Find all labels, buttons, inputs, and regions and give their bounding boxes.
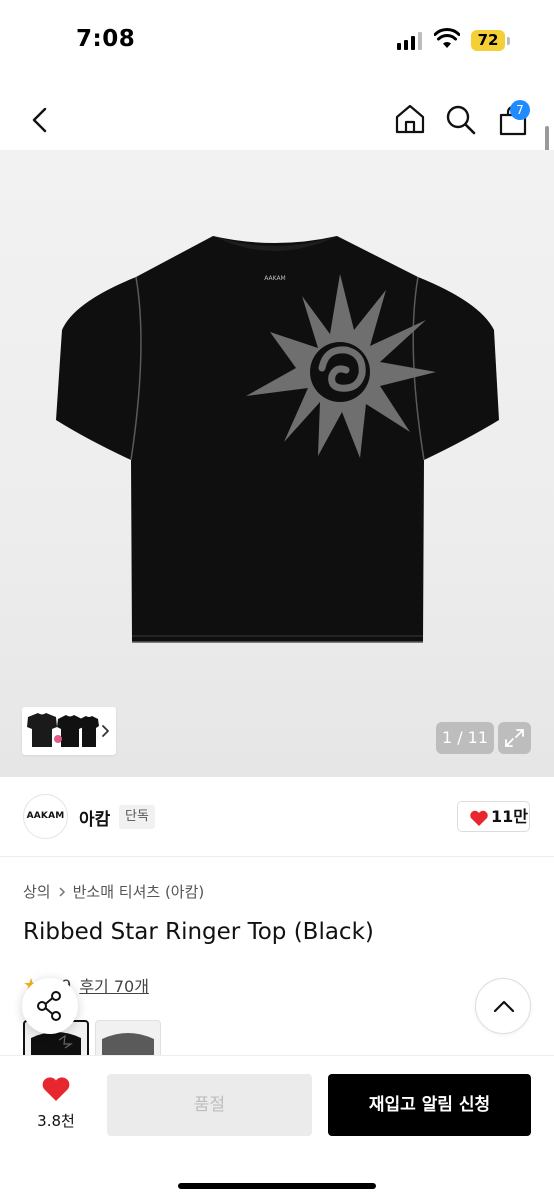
share-button[interactable] [22,978,78,1034]
battery-tip [507,37,510,45]
cellular-signal-icon [397,32,422,50]
brand-row[interactable]: AAKAM 아캄 단독 11만 [0,777,554,857]
image-pager: 1 / 11 [436,722,494,754]
heart-icon [42,1077,70,1101]
scroll-to-top-button[interactable] [475,978,531,1034]
cart-badge: 7 [510,100,530,120]
expand-button[interactable] [498,722,531,754]
tshirt-product-image: AAKAM [56,236,499,643]
color-option-image [102,1033,154,1059]
status-time: 7:08 [76,26,136,52]
search-icon[interactable] [445,104,477,136]
chevron-right-icon [59,886,65,897]
home-icon[interactable] [394,103,426,135]
review-count-link[interactable]: 후기 70개 [79,973,149,997]
brand-like-count: 11만 [491,807,528,826]
wifi-icon [434,28,460,48]
share-icon [37,991,61,1021]
soldout-button[interactable]: 품절 [107,1074,312,1136]
status-bar: 7:08 72 [0,0,554,80]
brand-name[interactable]: 아캄 [79,805,110,830]
expand-icon [505,729,524,747]
product-image-gallery[interactable]: AAKAM 1 / 11 [0,150,554,777]
chevron-up-icon [493,1000,515,1013]
product-title: Ribbed Star Ringer Top (Black) [23,919,374,945]
battery-indicator: 72 [471,30,505,51]
cart-button[interactable]: 7 [496,100,536,142]
brand-logo[interactable]: AAKAM [23,794,68,839]
breadcrumb: 상의 반소매 티셔츠 (아캄) [23,881,204,902]
restock-alert-button[interactable]: 재입고 알림 신청 [328,1074,531,1136]
brand-like-button[interactable]: 11만 [457,801,530,832]
chevron-right-icon [102,725,109,737]
breadcrumb-subcategory[interactable]: 반소매 티셔츠 (아캄) [73,881,205,902]
breadcrumb-category[interactable]: 상의 [23,881,51,902]
bottom-action-bar: 3.8천 품절 재입고 알림 신청 [0,1055,554,1200]
back-icon[interactable] [28,105,52,135]
thumbnail-strip[interactable] [22,707,116,755]
exclusive-badge: 단독 [119,805,155,829]
home-indicator [178,1183,376,1189]
top-navigation: 7 [0,90,554,150]
heart-icon [470,810,488,826]
tshirt-brand-label: AAKAM [264,275,286,282]
color-option-grey[interactable] [95,1020,161,1060]
wishlist-count: 3.8천 [37,1112,75,1130]
wishlist-button[interactable]: 3.8천 [26,1076,86,1131]
